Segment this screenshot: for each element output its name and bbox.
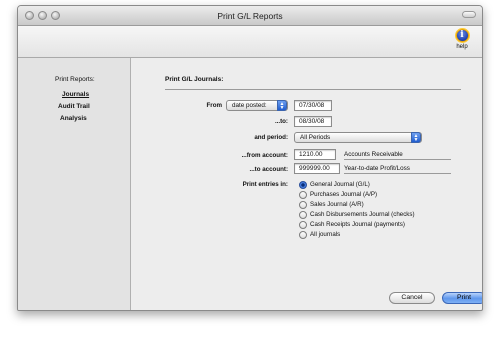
toolbar: i help <box>18 26 482 58</box>
page-title: Print G/L Journals: <box>165 76 224 83</box>
help-label: help <box>456 44 468 50</box>
radio-button <box>299 231 307 239</box>
from-account-field[interactable]: 1210.00 <box>294 149 336 160</box>
to-account-field[interactable]: 999999.00 <box>294 163 340 174</box>
chevron-updown-icon: ▲ ▼ <box>277 100 287 111</box>
sidebar-item-journals[interactable]: Journals <box>62 91 89 98</box>
print-button[interactable]: Print <box>442 292 482 304</box>
radio-button <box>299 201 307 209</box>
date-type-popup[interactable]: date posted: ▲ ▼ <box>226 100 288 111</box>
from-date-field[interactable]: 07/30/08 <box>294 100 332 111</box>
sidebar-item-audit-trail[interactable]: Audit Trail <box>58 103 90 110</box>
help-button[interactable]: i help <box>451 29 473 55</box>
radio-label: Sales Journal (A/R) <box>310 201 364 208</box>
sidebar: Print Reports: Journals Audit Trail Anal… <box>18 58 131 310</box>
radio-button <box>299 191 307 199</box>
cancel-button[interactable]: Cancel <box>389 292 435 304</box>
from-account-label: ...from account: <box>241 152 288 159</box>
title-bar: Print G/L Reports <box>18 6 482 26</box>
print-gl-reports-window: Print G/L Reports i help Print Reports: … <box>17 5 483 311</box>
from-label: From <box>206 102 222 109</box>
window-title: Print G/L Reports <box>217 11 283 21</box>
sidebar-item-analysis[interactable]: Analysis <box>60 115 87 122</box>
period-popup[interactable]: All Periods ▲ ▼ <box>294 132 422 143</box>
radio-button-selected <box>299 181 307 189</box>
help-icon: i <box>455 29 469 42</box>
radio-label: Purchases Journal (A/P) <box>310 191 378 198</box>
period-label: and period: <box>254 134 288 141</box>
to-account-description: Year-to-date Profit/Loss <box>344 165 451 174</box>
date-type-value: date posted: <box>232 102 267 109</box>
radio-button <box>299 211 307 219</box>
to-label: ...to: <box>274 118 288 125</box>
radio-button <box>299 221 307 229</box>
to-date-field[interactable]: 08/30/08 <box>294 116 332 127</box>
radio-label: General Journal (G/L) <box>310 181 370 188</box>
from-account-description: Accounts Receivable <box>344 151 451 160</box>
main-panel: Print G/L Journals: From date posted: ▲ ▼… <box>132 58 482 310</box>
period-value: All Periods <box>300 134 331 141</box>
to-account-label: ...to account: <box>249 166 289 173</box>
radio-label: All journals <box>310 231 341 238</box>
heading-divider <box>165 89 461 90</box>
radio-label: Cash Receipts Journal (payments) <box>310 221 405 228</box>
toolbar-toggle-button[interactable] <box>462 11 476 18</box>
radio-label: Cash Disbursements Journal (checks) <box>310 211 415 218</box>
print-entries-label: Print entries in: <box>242 181 288 188</box>
chevron-updown-icon: ▲ ▼ <box>411 132 421 143</box>
sidebar-heading: Print Reports: <box>55 76 95 83</box>
